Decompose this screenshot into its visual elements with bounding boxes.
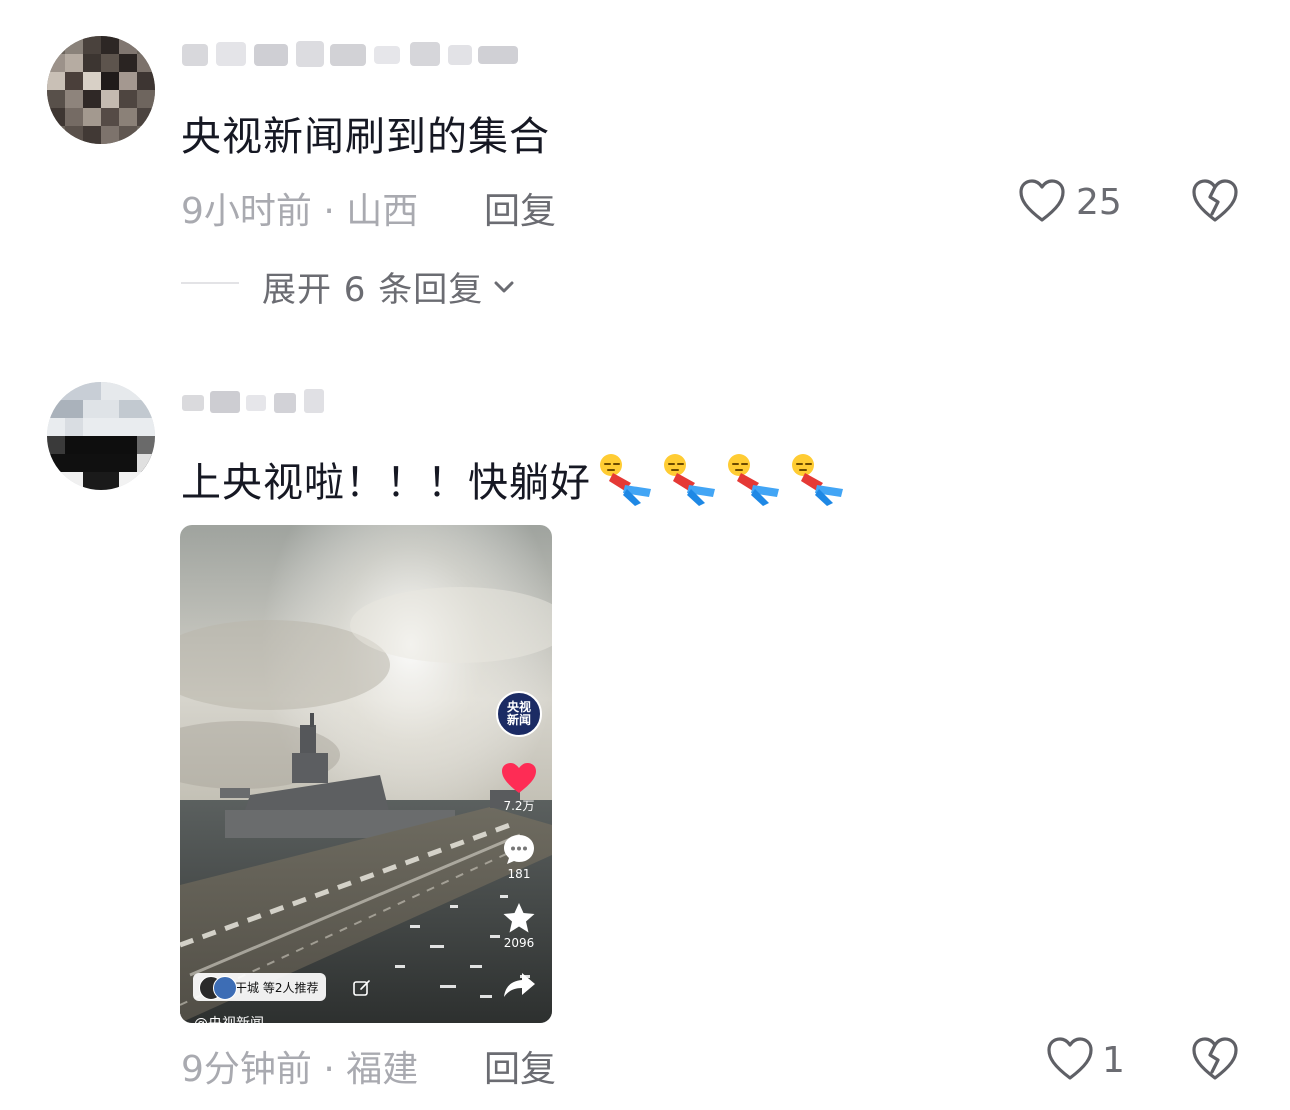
video-thumbnail[interactable]: 央视 新闻 7.2万 181 2096 干城 等2人推荐 @央视新闻 <box>180 525 552 1023</box>
recommend-avatars <box>199 976 237 1000</box>
video-author: @央视新闻 <box>194 1013 264 1023</box>
expand-replies-label: 展开 6 条回复 <box>262 270 484 310</box>
broken-heart-icon[interactable] <box>1190 178 1240 224</box>
comment-time-location: 9小时前 · 山西 <box>181 191 419 232</box>
chevron-down-icon <box>494 281 514 292</box>
star-icon[interactable] <box>502 902 536 934</box>
username-blurred[interactable] <box>180 38 530 72</box>
username-blurred[interactable] <box>180 385 330 419</box>
broken-heart-icon[interactable] <box>1190 1036 1240 1082</box>
comment-text: 央视新闻刷到的集合 <box>181 114 550 160</box>
lying-down-emoji <box>792 454 843 506</box>
comment-text: 上央视啦！！！快躺好 <box>181 460 591 506</box>
comment-time-location: 9分钟前 · 福建 <box>181 1049 419 1090</box>
expand-replies-button[interactable]: 展开 6 条回复 <box>262 262 519 311</box>
video-comment-count: 181 <box>507 867 531 881</box>
lying-down-emoji <box>728 454 779 506</box>
recommend-label: 干城 等2人推荐 <box>235 980 319 995</box>
lying-down-emoji <box>600 454 651 506</box>
reply-button[interactable]: 回复 <box>484 1040 556 1092</box>
edit-icon[interactable] <box>352 978 372 998</box>
like-count: 25 <box>1076 182 1122 223</box>
comment-bubble-icon[interactable] <box>502 833 536 865</box>
lying-down-emoji-group <box>595 451 851 507</box>
avatar[interactable] <box>47 382 155 490</box>
comment-row: 上央视啦！！！快躺好 <box>181 450 851 508</box>
heart-outline-icon[interactable] <box>1018 178 1066 224</box>
like-count: 1 <box>1102 1040 1125 1081</box>
channel-badge-text: 央视 新闻 <box>506 700 531 727</box>
channel-avatar[interactable]: 央视 新闻 <box>496 691 542 737</box>
lying-down-emoji <box>664 454 715 506</box>
divider-line <box>181 282 239 284</box>
reply-button[interactable]: 回复 <box>484 182 556 234</box>
heart-outline-icon[interactable] <box>1046 1036 1094 1082</box>
video-like-count: 7.2万 <box>503 799 535 813</box>
avatar[interactable] <box>47 36 155 144</box>
heart-filled-icon[interactable] <box>500 761 538 795</box>
recommend-chip[interactable]: 干城 等2人推荐 <box>193 973 327 1001</box>
share-arrow-icon[interactable] <box>502 971 536 999</box>
video-favorite-count: 2096 <box>503 936 535 950</box>
